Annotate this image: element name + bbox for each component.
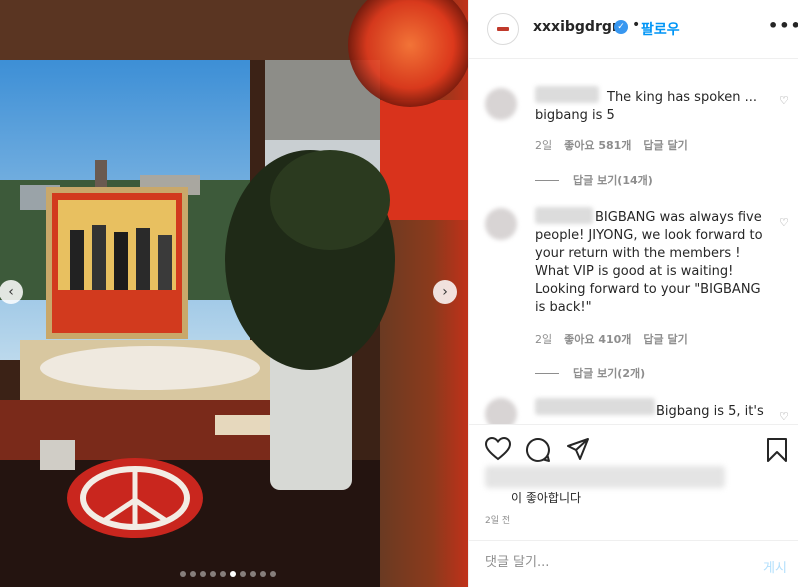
follow-button[interactable]: 팔로우 [641, 19, 680, 39]
carousel-dot [240, 571, 246, 577]
commenter-avatar[interactable] [485, 88, 517, 120]
share-send-icon[interactable] [566, 437, 590, 461]
comment-text: BIGBANG was always five people! JIYONG, … [535, 210, 763, 315]
view-replies-label: 답글 보기(2개) [573, 367, 646, 380]
carousel-prev-button[interactable]: ‹ [0, 280, 23, 304]
commenter-username-blurred[interactable] [535, 398, 655, 415]
comment-text: The king has spoken ... bigbang is 5 [535, 90, 757, 123]
post-side-panel: xxxibgdrgn ✓ • 팔로우 ••• The king has spok… [468, 0, 798, 587]
carousel-dot [220, 571, 226, 577]
view-replies-button[interactable]: 답글 보기(2개) [535, 365, 645, 381]
comment-input[interactable] [485, 555, 745, 570]
liker-names-blurred [485, 466, 725, 488]
photo-scene [0, 0, 468, 587]
commenter-avatar[interactable] [485, 208, 517, 240]
commenter-avatar[interactable] [485, 398, 517, 424]
carousel-next-button[interactable]: › [433, 280, 457, 304]
carousel-dot [250, 571, 256, 577]
comment-meta: 2일 좋아요 581개 답글 달기 [535, 137, 688, 153]
verified-badge-icon: ✓ [614, 20, 628, 34]
carousel-dot [230, 571, 236, 577]
header-separator: • [632, 17, 641, 33]
avatar[interactable] [487, 13, 519, 45]
comment-age: 2일 [535, 139, 553, 152]
likes-text: 이 좋아합니다 [511, 491, 582, 505]
view-replies-label: 답글 보기(14개) [573, 174, 653, 187]
like-comment-heart-icon[interactable]: ♡ [779, 216, 789, 229]
like-heart-icon[interactable] [485, 437, 511, 461]
reply-button[interactable]: 답글 달기 [643, 331, 687, 347]
post-header: xxxibgdrgn ✓ • 팔로우 ••• [469, 0, 798, 59]
carousel-dot [190, 571, 196, 577]
post-comment-button[interactable]: 게시 [763, 557, 787, 576]
comment-meta: 2일 좋아요 410개 답글 달기 [535, 331, 688, 347]
post-timestamp[interactable]: 2일 전 [485, 513, 510, 526]
replies-divider [535, 179, 559, 181]
view-replies-button[interactable]: 답글 보기(14개) [535, 172, 653, 188]
comment-likes-link[interactable]: 좋아요 410개 [564, 331, 631, 347]
comment-bubble-icon[interactable] [525, 437, 551, 463]
post-photo[interactable]: ‹ › [0, 0, 468, 587]
carousel-dot [180, 571, 186, 577]
username-link[interactable]: xxxibgdrgn [533, 19, 622, 35]
more-options-button[interactable]: ••• [768, 16, 798, 35]
avatar-logo-icon [497, 27, 509, 31]
reply-button[interactable]: 답글 달기 [643, 137, 687, 153]
chevron-right-icon: › [442, 284, 448, 300]
like-comment-heart-icon[interactable]: ♡ [779, 410, 789, 423]
comment-age: 2일 [535, 333, 553, 346]
like-comment-heart-icon[interactable]: ♡ [779, 94, 789, 107]
comment-composer: 게시 [469, 540, 798, 587]
comment-text: Bigbang is 5, it's [656, 404, 764, 419]
replies-divider [535, 372, 559, 374]
comment-list[interactable]: The king has spoken ... bigbang is 5 ♡ 2… [469, 60, 798, 424]
carousel-dot [210, 571, 216, 577]
carousel-dot [260, 571, 266, 577]
carousel-dot [200, 571, 206, 577]
likes-summary[interactable]: 이 좋아합니다 [485, 464, 785, 505]
comment-likes-link[interactable]: 좋아요 581개 [564, 137, 631, 153]
save-bookmark-icon[interactable] [766, 437, 788, 463]
chevron-left-icon: ‹ [8, 284, 14, 300]
carousel-indicator [180, 571, 276, 577]
carousel-dot [270, 571, 276, 577]
